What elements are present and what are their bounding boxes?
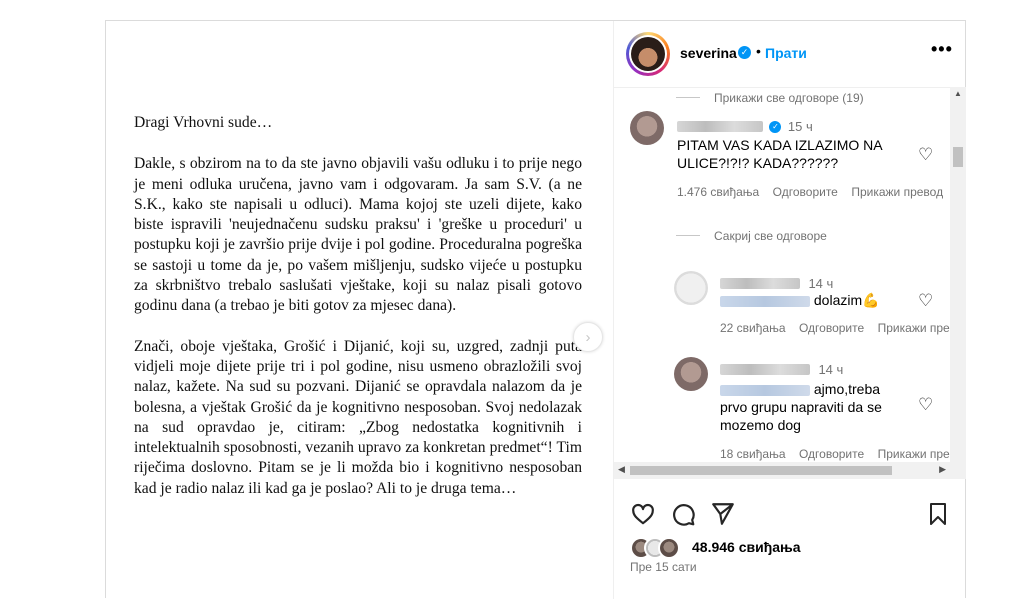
verified-badge-icon: ✓	[738, 46, 751, 59]
commenter-avatar[interactable]	[630, 111, 664, 145]
reply-username[interactable]	[720, 364, 810, 376]
scrollbar-thumb[interactable]	[953, 147, 963, 167]
reply-like-heart-icon[interactable]: ♡	[918, 395, 933, 415]
show-all-replies-top[interactable]: Прикажи све одговоре (19)	[676, 89, 864, 107]
bookmark-icon[interactable]	[926, 501, 950, 527]
reply-header: 14 ч	[720, 361, 843, 379]
post-header: severina ✓ • Прати •••	[614, 21, 966, 88]
avatar[interactable]	[626, 32, 670, 76]
reply-text: ajmo,treba prvo grupu napraviti da se mo…	[720, 380, 910, 434]
separator-dot: •	[756, 43, 761, 59]
send-icon[interactable]	[710, 501, 736, 527]
show-all-replies-label: Прикажи све одговоре (19)	[714, 91, 864, 105]
comment-likes[interactable]: 1.476 свиђања	[677, 185, 759, 199]
post-image: Dragi Vrhovni sude… Dakle, s obzirom na …	[106, 21, 613, 599]
likes-summary[interactable]: 48.946 свиђања	[630, 535, 950, 559]
reply-text-content: dolazim	[813, 292, 863, 308]
reply-time: 14 ч	[808, 276, 834, 291]
letter-greeting: Dragi Vrhovni sude…	[134, 114, 273, 131]
comment-icon[interactable]	[670, 501, 696, 527]
comment-translate-button[interactable]: Прикажи превод	[851, 185, 943, 199]
horizontal-scrollbar[interactable]: ◀ ▶	[614, 462, 950, 479]
scroll-up-icon[interactable]: ▲	[954, 89, 962, 98]
reply-text: dolazim💪	[720, 291, 880, 309]
heart-icon[interactable]	[630, 501, 656, 527]
commenter-username[interactable]	[677, 121, 763, 133]
verified-badge-icon: ✓	[769, 120, 782, 133]
reply-like-heart-icon[interactable]: ♡	[918, 291, 933, 311]
flexed-biceps-emoji: 💪	[862, 292, 880, 308]
scrollbar-thumb[interactable]	[630, 466, 892, 475]
comment-time: 15 ч	[787, 119, 813, 134]
reply-likes[interactable]: 18 свиђања	[720, 447, 786, 461]
reply-avatar[interactable]	[674, 357, 708, 391]
instagram-post-modal: Dragi Vrhovni sude… Dakle, s obzirom na …	[105, 20, 966, 599]
reply-meta: 22 свиђања Одговорите Прикажи превод	[720, 319, 966, 337]
reply-likes[interactable]: 22 свиђања	[720, 321, 786, 335]
scroll-left-icon[interactable]: ◀	[618, 464, 625, 475]
mention-link[interactable]	[720, 384, 810, 396]
comment-like-heart-icon[interactable]: ♡	[918, 145, 933, 165]
next-image-button[interactable]: ›	[573, 322, 603, 352]
reply-reply-button[interactable]: Одговорите	[799, 447, 864, 461]
liker-avatar	[658, 537, 680, 559]
scroll-right-icon[interactable]: ▶	[939, 464, 946, 475]
follow-button[interactable]: Прати	[765, 45, 807, 61]
reply-time: 14 ч	[818, 362, 844, 377]
reply-meta: 18 свиђања Одговорите Прикажи превод	[720, 445, 966, 463]
username-link[interactable]: severina	[680, 45, 737, 61]
letter-paragraph-1: Dakle, s obzirom na to da ste javno obja…	[134, 155, 582, 315]
post-sidebar: severina ✓ • Прати ••• Прикажи све одгов…	[613, 21, 966, 599]
more-options-icon[interactable]: •••	[931, 39, 953, 60]
comment-text: PITAM VAS KADA IZLAZIMO NA ULICE?!?!? KA…	[677, 137, 882, 171]
vertical-scrollbar[interactable]: ▲	[950, 87, 966, 479]
hide-replies-label: Сакриј све одговоре	[714, 229, 827, 243]
reply-username[interactable]	[720, 278, 800, 290]
avatar-image	[631, 37, 665, 71]
post-actions	[614, 497, 966, 537]
comment-meta: 1.476 свиђања Одговорите Прикажи превод	[677, 183, 943, 201]
reply-reply-button[interactable]: Одговорите	[799, 321, 864, 335]
likes-count[interactable]: 48.946 свиђања	[692, 539, 801, 555]
comment-reply-button[interactable]: Одговорите	[773, 185, 838, 199]
letter-text: Dragi Vrhovni sude… Dakle, s obzirom na …	[134, 113, 582, 519]
reply-avatar[interactable]	[674, 271, 708, 305]
post-timestamp: Пре 15 сати	[630, 560, 697, 574]
comments-panel[interactable]: Прикажи све одговоре (19) ✓ 15 ч PITAM V…	[614, 87, 966, 479]
comment-header: ✓ 15 ч	[677, 118, 813, 136]
letter-paragraph-2: Znači, oboje vještaka, Grošić i Dijanić,…	[134, 337, 582, 497]
mention-link[interactable]	[720, 295, 810, 307]
chevron-right-icon: ›	[585, 328, 591, 346]
hide-replies-toggle[interactable]: Сакриј све одговоре	[676, 227, 827, 245]
